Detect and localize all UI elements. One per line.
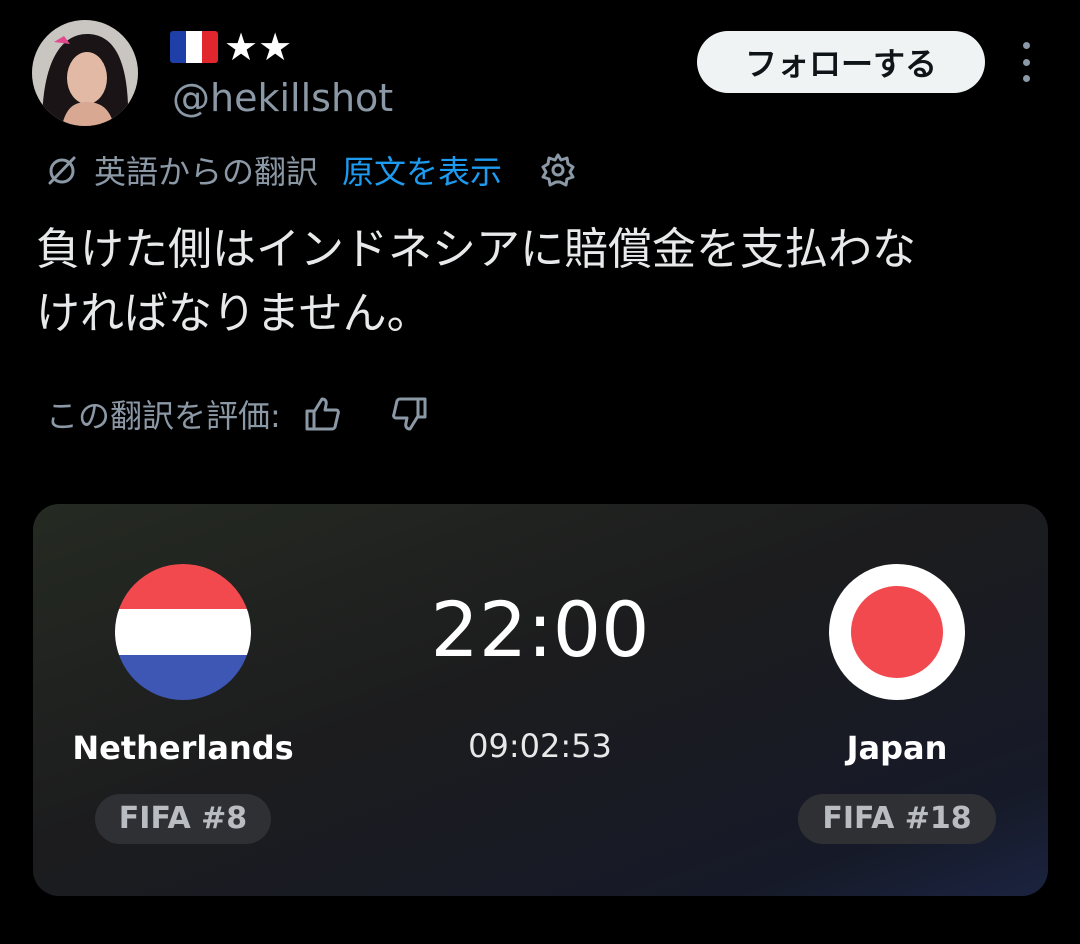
gear-icon[interactable] [538,150,578,190]
france-flag-icon [170,31,218,63]
follow-button[interactable]: フォローする [697,31,985,93]
away-team: Japan FIFA #18 [747,564,1047,844]
match-card[interactable]: Netherlands FIFA #8 22:00 09:02:53 Japan… [33,504,1048,896]
post-text: 負けた側はインドネシアに賠償金を支払わな ければなりません。 [36,224,916,339]
away-team-rank: FIFA #18 [798,794,996,844]
kickoff-time: 22:00 [430,585,650,674]
translate-icon [48,156,76,185]
countdown-timer: 09:02:53 [468,727,612,765]
post-view: ★★ @hekillshot フォローする 英語からの翻訳 原文を表示 負けた側… [0,0,1080,944]
thumbs-down-icon[interactable] [389,394,429,434]
avatar-image [32,20,138,126]
home-team-rank: FIFA #8 [94,794,272,844]
more-vertical-icon[interactable] [1016,42,1036,82]
translation-label: 英語からの翻訳 [94,153,319,191]
japan-flag-icon [829,564,965,700]
rating-label: この翻訳を評価: [46,397,281,435]
home-team: Netherlands FIFA #8 [33,564,333,844]
translation-rating: この翻訳を評価: [46,390,429,438]
home-team-name: Netherlands [72,729,294,767]
netherlands-flag-icon [115,564,251,700]
thumbs-up-icon[interactable] [303,394,343,434]
avatar[interactable] [32,20,138,126]
display-name-stars: ★★ [224,25,293,69]
translation-bar: 英語からの翻訳 原文を表示 [42,148,578,192]
user-handle[interactable]: @hekillshot [172,76,393,120]
display-name[interactable]: ★★ [170,26,292,68]
show-original-link[interactable]: 原文を表示 [342,147,502,193]
away-team-name: Japan [846,729,948,767]
